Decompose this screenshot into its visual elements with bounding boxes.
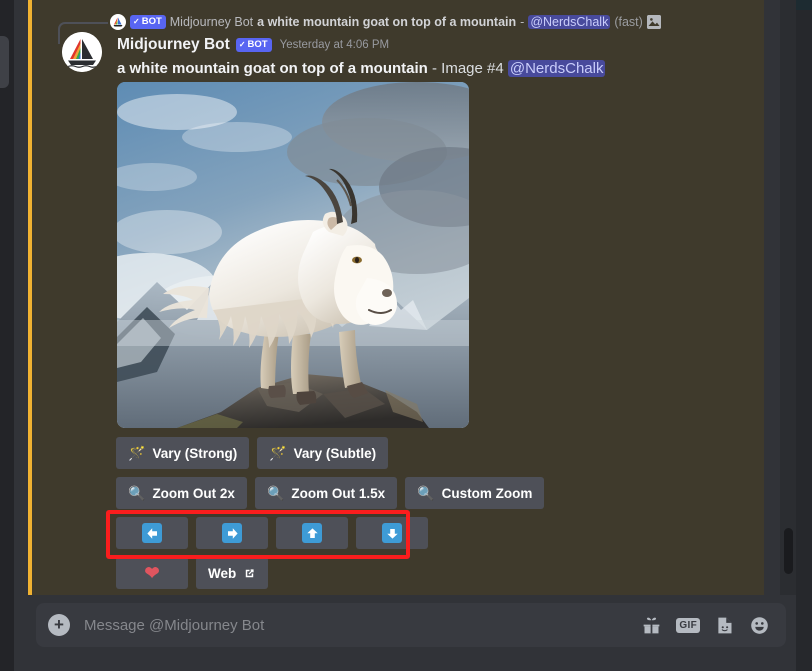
- message-input[interactable]: [84, 616, 642, 634]
- component-rows: 🪄 Vary (Strong) 🪄 Vary (Subtle) 🔍 Zoom O…: [116, 437, 545, 595]
- reply-separator: -: [520, 15, 525, 29]
- external-link-icon: [243, 567, 256, 580]
- web-button[interactable]: Web: [196, 557, 269, 589]
- zoom-out-2x-button[interactable]: 🔍 Zoom Out 2x: [116, 477, 247, 509]
- bot-check-icon: ✓: [238, 40, 246, 49]
- magic-wand-icon: 🪄: [128, 445, 146, 461]
- message-prompt: a white mountain goat on top of a mounta…: [117, 60, 428, 77]
- reply-reference[interactable]: ✓ BOT Midjourney Bot a white mountain goa…: [58, 11, 754, 33]
- magnifying-glass-icon: 🔍: [417, 485, 435, 501]
- gift-icon[interactable]: [641, 615, 662, 636]
- magnifying-glass-icon: 🔍: [266, 485, 285, 501]
- web-button-label: Web: [208, 565, 237, 581]
- message-scrollbar-track[interactable]: [780, 0, 796, 595]
- arrow-up-icon: [302, 523, 322, 543]
- message-body: Midjourney Bot ✓ BOT Yesterday at 4:06 PM…: [117, 34, 744, 79]
- image-attachment-icon: [646, 15, 661, 29]
- bot-check-icon: ✓: [133, 17, 140, 26]
- discord-window: ✓ BOT Midjourney Bot a white mountain goa…: [0, 0, 812, 671]
- arrow-left-icon: [142, 523, 162, 543]
- vary-subtle-label: Vary (Subtle): [293, 445, 377, 461]
- message-list: ✓ BOT Midjourney Bot a white mountain goa…: [14, 0, 796, 595]
- generated-image-attachment[interactable]: [117, 82, 469, 428]
- magnifying-glass-icon: 🔍: [128, 485, 146, 501]
- reply-bot-badge-label: BOT: [141, 16, 162, 28]
- message-scrollbar-thumb[interactable]: [784, 528, 793, 574]
- plus-icon[interactable]: +: [48, 614, 70, 636]
- emoji-icon[interactable]: [749, 615, 770, 636]
- composer-area: + GIF: [14, 595, 796, 671]
- zoom-row: 🔍 Zoom Out 2x 🔍 Zoom Out 1.5x 🔍 Custom Z…: [116, 477, 545, 509]
- message-author[interactable]: Midjourney Bot: [117, 36, 230, 54]
- message-separator: -: [431, 60, 437, 77]
- mentioned-message-block: ✓ BOT Midjourney Bot a white mountain goa…: [28, 0, 764, 595]
- server-rail-pill: [0, 36, 9, 88]
- arrow-right-icon: [222, 523, 242, 543]
- heart-icon: ❤: [144, 563, 160, 583]
- reply-mode: (fast): [614, 15, 643, 29]
- pan-up-button[interactable]: [276, 517, 348, 549]
- zoom-out-1-5x-button[interactable]: 🔍 Zoom Out 1.5x: [254, 477, 398, 509]
- pan-down-button[interactable]: [356, 517, 428, 549]
- gif-icon[interactable]: GIF: [676, 617, 700, 633]
- vary-row: 🪄 Vary (Strong) 🪄 Vary (Subtle): [116, 437, 544, 469]
- zoom-out-2x-label: Zoom Out 2x: [152, 485, 235, 501]
- vary-strong-label: Vary (Strong): [152, 445, 238, 461]
- reply-bot-badge: ✓ BOT: [130, 15, 166, 29]
- message-image-label: Image #4: [441, 60, 504, 77]
- message-mention[interactable]: @NerdsChalk: [507, 60, 606, 77]
- server-rail: [0, 0, 14, 671]
- magic-wand-icon: 🪄: [269, 445, 287, 461]
- message-timestamp: Yesterday at 4:06 PM: [279, 39, 390, 51]
- custom-zoom-button[interactable]: 🔍 Custom Zoom: [405, 477, 545, 509]
- pan-left-button[interactable]: [116, 517, 188, 549]
- vary-strong-button[interactable]: 🪄 Vary (Strong): [116, 437, 250, 469]
- right-edge-strip: [796, 0, 812, 671]
- arrow-down-icon: [382, 523, 402, 543]
- message-content: a white mountain goat on top of a mounta…: [117, 59, 744, 79]
- zoom-out-1-5x-label: Zoom Out 1.5x: [291, 485, 386, 501]
- reply-mention[interactable]: @NerdsChalk: [528, 15, 611, 29]
- right-edge-strip-top: [796, 0, 812, 10]
- reply-avatar-icon: [110, 14, 126, 30]
- message-bot-badge-label: BOT: [247, 39, 268, 51]
- pan-row: [116, 517, 544, 549]
- message-header: Midjourney Bot ✓ BOT Yesterday at 4:06 PM: [117, 34, 744, 56]
- custom-zoom-label: Custom Zoom: [441, 485, 533, 501]
- message-composer[interactable]: + GIF: [36, 603, 786, 647]
- reply-author[interactable]: Midjourney Bot: [170, 15, 253, 29]
- pan-right-button[interactable]: [196, 517, 268, 549]
- sticker-icon[interactable]: [714, 615, 735, 636]
- favorite-button[interactable]: ❤: [116, 557, 188, 589]
- misc-row: ❤ Web: [116, 557, 544, 589]
- message-bot-badge: ✓ BOT: [235, 38, 272, 52]
- composer-icons: GIF: [641, 615, 770, 636]
- avatar[interactable]: [62, 32, 102, 72]
- reply-content: a white mountain goat on top of a mounta…: [257, 15, 517, 29]
- vary-subtle-button[interactable]: 🪄 Vary (Subtle): [257, 437, 389, 469]
